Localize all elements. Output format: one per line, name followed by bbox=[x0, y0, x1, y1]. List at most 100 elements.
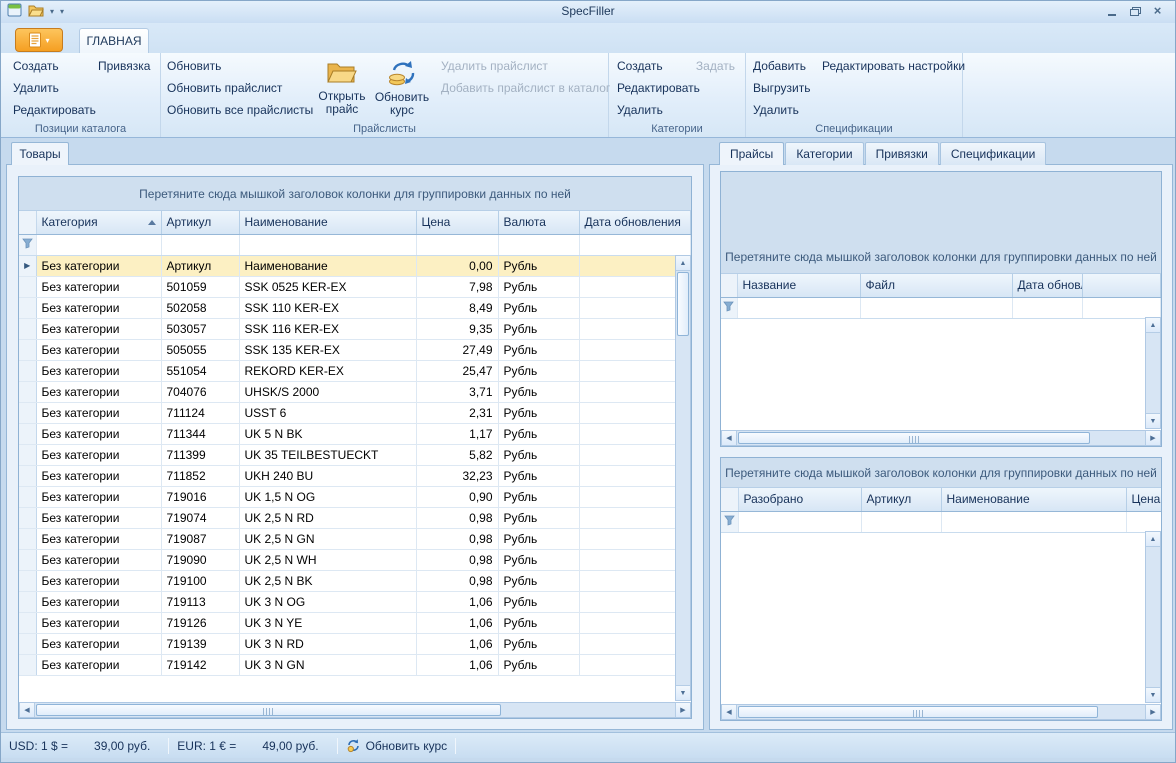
column-header-price[interactable]: Цена bbox=[416, 211, 498, 234]
scrollbar-thumb[interactable] bbox=[738, 706, 1098, 718]
cell-name[interactable]: UK 2,5 N GN bbox=[239, 528, 416, 549]
cell-updated[interactable] bbox=[579, 297, 691, 318]
assign-category-button[interactable]: Задать bbox=[696, 59, 735, 73]
cell-article[interactable]: 711852 bbox=[161, 465, 239, 486]
cell-name[interactable]: UK 3 N GN bbox=[239, 654, 416, 675]
scroll-up-icon[interactable]: ▲ bbox=[676, 256, 690, 271]
cell-article[interactable]: 711124 bbox=[161, 402, 239, 423]
scrollbar-thumb[interactable] bbox=[36, 704, 501, 716]
cell-currency[interactable]: Рубль bbox=[498, 528, 579, 549]
group-by-panel[interactable]: Перетяните сюда мышкой заголовок колонки… bbox=[721, 458, 1161, 488]
delete-category-button[interactable]: Удалить bbox=[617, 103, 663, 117]
cell-price[interactable]: 1,17 bbox=[416, 423, 498, 444]
tab-categories[interactable]: Категории bbox=[785, 142, 863, 165]
table-row[interactable]: Без категории503057SSK 116 KER-EX9,35Руб… bbox=[19, 318, 691, 339]
cell-updated[interactable] bbox=[579, 318, 691, 339]
cell-name[interactable]: UK 3 N OG bbox=[239, 591, 416, 612]
cell-price[interactable]: 25,47 bbox=[416, 360, 498, 381]
scroll-down-icon[interactable]: ▼ bbox=[676, 685, 690, 700]
table-row[interactable]: Без категории719113UK 3 N OG1,06Рубль bbox=[19, 591, 691, 612]
table-row[interactable]: Без категории711852UKH 240 BU32,23Рубль bbox=[19, 465, 691, 486]
filter-cell[interactable] bbox=[1012, 297, 1082, 318]
edit-catalog-item-button[interactable]: Редактировать bbox=[13, 103, 96, 117]
cell-category[interactable]: Без категории bbox=[36, 549, 161, 570]
table-row[interactable]: Без категории719074UK 2,5 N RD0,98Рубль bbox=[19, 507, 691, 528]
cell-name[interactable]: USST 6 bbox=[239, 402, 416, 423]
table-row[interactable]: Без категории501059SSK 0525 KER-EX7,98Ру… bbox=[19, 276, 691, 297]
cell-article[interactable]: 501059 bbox=[161, 276, 239, 297]
cell-price[interactable]: 1,06 bbox=[416, 654, 498, 675]
cell-article[interactable]: 711399 bbox=[161, 444, 239, 465]
cell-category[interactable]: Без категории bbox=[36, 465, 161, 486]
cell-price[interactable]: 27,49 bbox=[416, 339, 498, 360]
cell-price[interactable]: 0,98 bbox=[416, 507, 498, 528]
column-header-article[interactable]: Артикул bbox=[161, 211, 239, 234]
cell-article[interactable]: 502058 bbox=[161, 297, 239, 318]
cell-category[interactable]: Без категории bbox=[36, 507, 161, 528]
cell-price[interactable]: 9,35 bbox=[416, 318, 498, 339]
vertical-scrollbar[interactable]: ▲ ▼ bbox=[675, 255, 691, 701]
cell-category[interactable]: Без категории bbox=[36, 423, 161, 444]
cell-name[interactable]: UK 35 TEILBESTUECKT bbox=[239, 444, 416, 465]
cell-category[interactable]: Без категории bbox=[36, 633, 161, 654]
export-specification-button[interactable]: Выгрузить bbox=[753, 81, 811, 95]
refresh-button[interactable]: Обновить bbox=[167, 59, 221, 73]
cell-price[interactable]: 0,98 bbox=[416, 570, 498, 591]
cell-currency[interactable]: Рубль bbox=[498, 486, 579, 507]
delete-pricelist-button[interactable]: Удалить прайслист bbox=[441, 59, 548, 73]
delete-specification-button[interactable]: Удалить bbox=[753, 103, 799, 117]
cell-updated[interactable] bbox=[579, 255, 691, 276]
cell-price[interactable]: 3,71 bbox=[416, 381, 498, 402]
filter-cell[interactable] bbox=[1082, 297, 1161, 318]
cell-updated[interactable] bbox=[579, 591, 691, 612]
cell-currency[interactable]: Рубль bbox=[498, 591, 579, 612]
table-row[interactable]: Без категории719090UK 2,5 N WH0,98Рубль bbox=[19, 549, 691, 570]
table-row[interactable]: Без категории505055SSK 135 KER-EX27,49Ру… bbox=[19, 339, 691, 360]
cell-updated[interactable] bbox=[579, 402, 691, 423]
scroll-left-icon[interactable]: ◀ bbox=[722, 431, 737, 445]
cell-updated[interactable] bbox=[579, 339, 691, 360]
cell-category[interactable]: Без категории bbox=[36, 444, 161, 465]
scroll-down-icon[interactable]: ▼ bbox=[1146, 687, 1160, 702]
column-header-updated[interactable]: Дата обновления bbox=[579, 211, 691, 234]
cell-price[interactable]: 1,06 bbox=[416, 633, 498, 654]
table-row[interactable]: ▶Без категорииАртикулНаименование0,00Руб… bbox=[19, 255, 691, 276]
table-row[interactable]: Без категории719142UK 3 N GN1,06Рубль bbox=[19, 654, 691, 675]
column-header-category[interactable]: Категория bbox=[36, 211, 161, 234]
cell-category[interactable]: Без категории bbox=[36, 612, 161, 633]
group-by-panel[interactable]: Перетяните сюда мышкой заголовок колонки… bbox=[19, 177, 691, 211]
cell-category[interactable]: Без категории bbox=[36, 318, 161, 339]
create-catalog-item-button[interactable]: Создать bbox=[13, 59, 59, 73]
cell-name[interactable]: REKORD KER-EX bbox=[239, 360, 416, 381]
cell-price[interactable]: 8,49 bbox=[416, 297, 498, 318]
cell-article[interactable]: 719090 bbox=[161, 549, 239, 570]
horizontal-scrollbar[interactable]: ◀ ▶ bbox=[721, 430, 1161, 446]
cell-name[interactable]: UK 3 N YE bbox=[239, 612, 416, 633]
cell-currency[interactable]: Рубль bbox=[498, 507, 579, 528]
cell-updated[interactable] bbox=[579, 423, 691, 444]
refresh-all-pricelists-button[interactable]: Обновить все прайслисты bbox=[167, 103, 313, 117]
cell-article[interactable]: 719087 bbox=[161, 528, 239, 549]
cell-category[interactable]: Без категории bbox=[36, 360, 161, 381]
scroll-left-icon[interactable]: ◀ bbox=[20, 703, 35, 717]
create-category-button[interactable]: Создать bbox=[617, 59, 663, 73]
table-row[interactable]: Без категории551054REKORD KER-EX25,47Руб… bbox=[19, 360, 691, 381]
cell-category[interactable]: Без категории bbox=[36, 528, 161, 549]
vertical-scrollbar[interactable]: ▲ ▼ bbox=[1145, 317, 1161, 429]
cell-name[interactable]: UK 3 N RD bbox=[239, 633, 416, 654]
table-row[interactable]: Без категории719016UK 1,5 N OG0,90Рубль bbox=[19, 486, 691, 507]
cell-currency[interactable]: Рубль bbox=[498, 633, 579, 654]
cell-currency[interactable]: Рубль bbox=[498, 612, 579, 633]
cell-updated[interactable] bbox=[579, 528, 691, 549]
column-header-name[interactable]: Наименование bbox=[941, 488, 1126, 511]
refresh-pricelist-button[interactable]: Обновить прайслист bbox=[167, 81, 282, 95]
cell-name[interactable]: UK 1,5 N OG bbox=[239, 486, 416, 507]
cell-currency[interactable]: Рубль bbox=[498, 276, 579, 297]
column-header-file[interactable]: Файл bbox=[860, 274, 1012, 297]
scroll-right-icon[interactable]: ▶ bbox=[1145, 431, 1160, 445]
cell-name[interactable]: UHSK/S 2000 bbox=[239, 381, 416, 402]
cell-price[interactable]: 1,06 bbox=[416, 612, 498, 633]
filter-cell[interactable] bbox=[239, 234, 416, 255]
column-header-currency[interactable]: Валюта bbox=[498, 211, 579, 234]
scroll-right-icon[interactable]: ▶ bbox=[675, 703, 690, 717]
